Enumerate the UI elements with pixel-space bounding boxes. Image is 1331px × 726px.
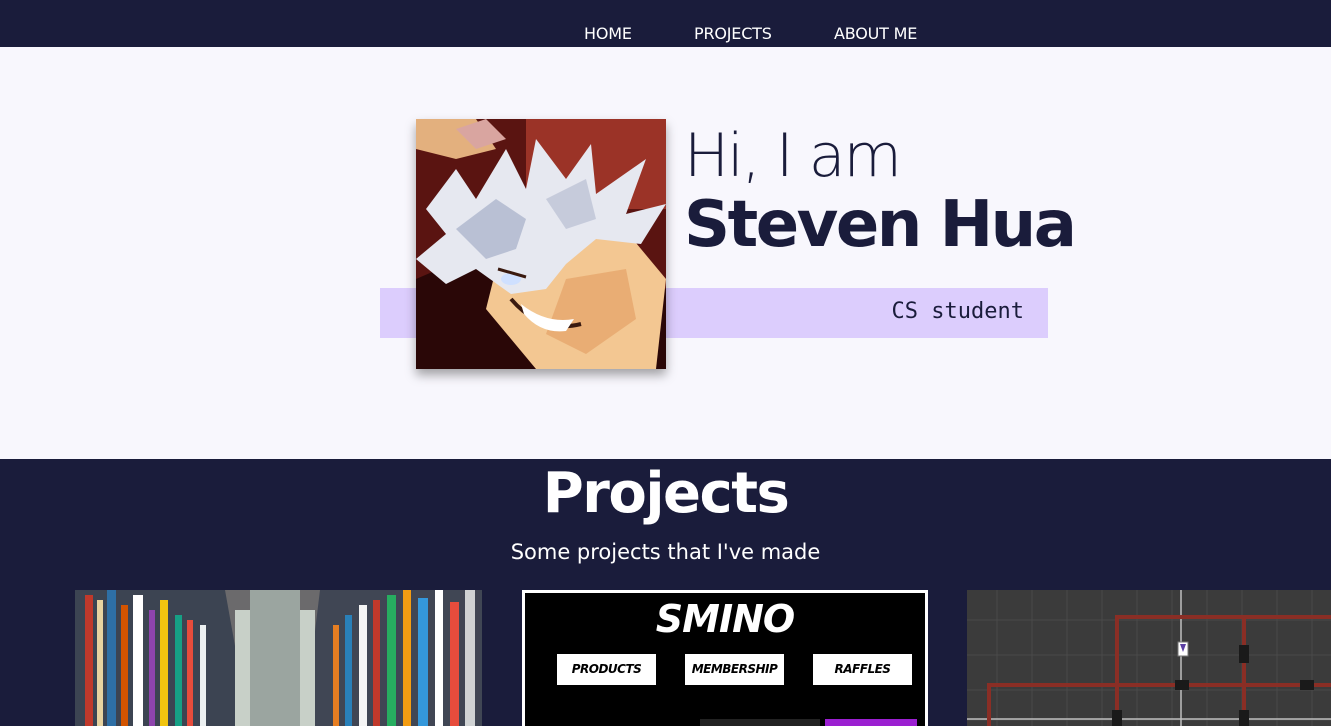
smino-brand-text: SMINO <box>655 597 795 641</box>
smino-product-image <box>700 719 820 726</box>
smino-products-button: PRODUCTS <box>557 654 656 685</box>
role-text: CS student <box>891 299 1024 324</box>
nav-about-me-link[interactable]: ABOUT ME <box>834 24 917 43</box>
projects-title: Projects <box>542 461 790 526</box>
library-bookshelves-icon <box>75 590 482 726</box>
projects-section: Projects Some projects that I've made SM… <box>0 459 1331 726</box>
name-heading: Steven Hua <box>684 188 1077 262</box>
grid-path-game-icon <box>967 590 1331 726</box>
top-nav: HOME PROJECTS ABOUT ME <box>0 0 1331 47</box>
project-card-smino[interactable]: SMINO PRODUCTS MEMBERSHIP RAFFLES <box>522 590 928 726</box>
anime-portrait-avatar-icon <box>416 119 666 369</box>
project-card-grid-game[interactable] <box>967 590 1331 726</box>
nav-projects-link[interactable]: PROJECTS <box>694 24 772 43</box>
nav-home-link[interactable]: HOME <box>584 24 632 43</box>
greeting-text: Hi, I am <box>684 121 902 191</box>
avatar <box>416 119 666 369</box>
smino-product-image-2 <box>825 719 917 726</box>
hero-section: CS student Hi, I am Steven Hua <box>0 47 1331 459</box>
smino-raffles-button: RAFFLES <box>813 654 912 685</box>
project-card-library[interactable] <box>75 590 482 726</box>
projects-subtitle: Some projects that I've made <box>510 540 821 564</box>
smino-membership-button: MEMBERSHIP <box>685 654 784 685</box>
